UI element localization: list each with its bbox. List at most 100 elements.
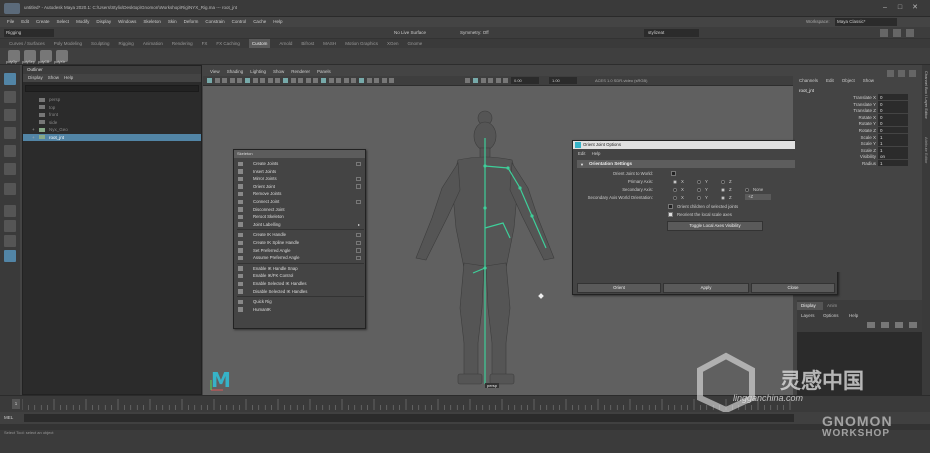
viewport-tool-icon[interactable] [503,78,509,83]
viewport-tool-icon[interactable] [321,78,326,83]
layer-tab-display[interactable]: Display [797,302,823,310]
channel-box-side-tab[interactable]: Channel Box / Layer Editor [923,71,929,131]
outliner-menu-show[interactable]: Show [48,74,59,82]
outliner-menu-display[interactable]: Display [28,74,43,82]
secondary-x-radio[interactable] [673,187,677,192]
symmetry-label[interactable]: Symmetry: Off [460,29,489,37]
menu-skeleton[interactable]: Skeleton [143,17,161,27]
shelf-tab-arnold[interactable]: Arnold [279,39,292,48]
viewport-menu-show[interactable]: Show [273,68,284,76]
dialog-menu-help[interactable]: Help [592,151,601,156]
orient-children-checkbox[interactable] [668,204,673,209]
channel-tab-edit[interactable]: Edit [826,78,834,83]
skeleton-item-create-ik-handle[interactable]: Create IK Handle [234,231,365,239]
viewport-tool-icon[interactable] [473,78,478,83]
toggle-icon[interactable] [906,29,914,37]
expand-icon[interactable]: + [32,134,35,141]
skeleton-item-quick-rig[interactable]: Quick Rig [234,298,365,306]
viewport-field-a[interactable]: 0.00 [511,77,539,84]
current-frame-marker[interactable]: 1 [12,399,20,409]
shelf-tab-bifrost[interactable]: Bifrost [301,39,314,48]
viewport-tool-icon[interactable] [229,78,235,83]
channel-attr-value[interactable]: 1 [878,146,908,153]
skeleton-item-set-preferred-angle[interactable]: Set Preferred Angle [234,247,365,255]
skeleton-item-reroot-skeleton[interactable]: Reroot Skeleton [234,213,365,221]
skeleton-item-disconnect-joint[interactable]: Disconnect Joint [234,206,365,214]
option-box-icon[interactable] [356,176,361,182]
viewport-tool-icon[interactable] [245,78,250,83]
viewport-tool-icon[interactable] [214,78,220,83]
viewport-tool-icon[interactable] [374,78,380,83]
skeleton-item-enable-ik-handle-snap[interactable]: Enable IK Handle Snap [234,265,365,273]
apply-button[interactable]: Apply [663,283,749,293]
expand-icon[interactable]: + [32,126,35,133]
channel-tab-object[interactable]: Object [842,78,855,83]
command-line-input[interactable] [24,414,794,422]
viewport-tool-icon[interactable] [290,78,296,83]
shelf-tab-rigging[interactable]: Rigging [119,39,134,48]
option-box-icon[interactable] [356,199,361,204]
option-box-icon[interactable] [356,255,361,261]
reorient-local-checkbox[interactable] [668,212,673,217]
viewport-tool-icon[interactable] [260,78,266,83]
channel-icon-b[interactable] [898,70,905,77]
layer-menu-options[interactable]: Options [823,312,839,319]
viewport-tool-icon[interactable] [328,78,334,83]
channel-attr-value[interactable]: 0 [878,100,908,107]
paint-select-icon[interactable] [4,109,16,121]
channel-attr-value[interactable]: 0 [878,113,908,120]
shelf-tab-animation[interactable]: Animation [143,39,163,48]
layer-down-icon[interactable] [881,322,889,328]
channel-attr-value[interactable]: 1 [878,140,908,147]
menu-create[interactable]: Create [36,17,50,27]
secondary-none-radio[interactable] [745,187,749,192]
four-pane-icon[interactable] [4,220,16,232]
character-model[interactable] [398,108,573,395]
viewport-field-b[interactable]: 1.00 [549,77,577,84]
viewport-tool-icon[interactable] [366,78,372,83]
viewport-tool-icon[interactable] [359,78,364,83]
world-orientation-dropdown[interactable]: +Z [745,194,771,200]
viewport-tool-icon[interactable] [252,78,258,83]
viewport-menu-renderer[interactable]: Renderer [291,68,310,76]
shelf-tab-xgen[interactable]: XGen [387,39,399,48]
viewport-menu-panels[interactable]: Panels [317,68,331,76]
side-by-side-icon[interactable] [4,235,16,247]
viewport-tool-icon[interactable] [465,78,471,83]
viewport-tool-icon[interactable] [381,78,387,83]
orient-button[interactable]: Orient [577,283,661,293]
shelf-tab-rendering[interactable]: Rendering [172,39,193,48]
outliner-menu-help[interactable]: Help [64,74,73,82]
viewport-tool-icon[interactable] [336,78,342,83]
skeleton-item-joint-labelling[interactable]: Joint Labelling ▸ [234,221,365,229]
option-box-icon[interactable] [356,161,361,166]
new-selected-layer-icon[interactable] [909,322,917,328]
layer-menu-help[interactable]: Help [849,312,858,319]
collapse-arrow-icon[interactable]: ▼ [580,162,584,167]
shelf-tab-custom[interactable]: Custom [248,39,271,48]
world-x-radio[interactable] [673,195,677,200]
option-box-icon[interactable] [356,232,361,238]
shelf-tab-curves-surfaces[interactable]: Curves / Surfaces [9,39,45,48]
viewport-tool-icon[interactable] [283,78,288,83]
channel-attr-value[interactable]: 1 [878,133,908,140]
skeleton-item-assume-preferred-angle[interactable]: Assume Preferred Angle [234,254,365,262]
scale-tool-icon[interactable] [4,163,16,175]
skeleton-item-create-ik-spline-handle[interactable]: Create IK Spline Handle [234,239,365,247]
channel-attr-value[interactable]: on [878,153,908,160]
range-slider[interactable]: MEL [0,412,930,424]
menu-cache[interactable]: Cache [253,17,266,27]
single-pane-icon[interactable] [4,205,16,217]
outliner-search-input[interactable] [25,85,199,92]
shelf-tab-gnome[interactable]: Gnome [407,39,422,48]
select-tool-icon[interactable] [4,73,16,85]
attribute-editor-side-tab[interactable]: Attribute Editor [923,137,929,167]
viewport-tool-icon[interactable] [389,78,395,83]
menu-help[interactable]: Help [273,17,282,27]
shelf-tab-mash[interactable]: MASH [323,39,336,48]
maximize-button[interactable]: □ [895,3,905,13]
viewport-tool-icon[interactable] [298,78,304,83]
skeleton-item-enable-selected-ik-handles[interactable]: Enable Selected IK Handles [234,280,365,288]
primary-y-radio[interactable] [697,179,701,184]
menu-display[interactable]: Display [96,17,111,27]
